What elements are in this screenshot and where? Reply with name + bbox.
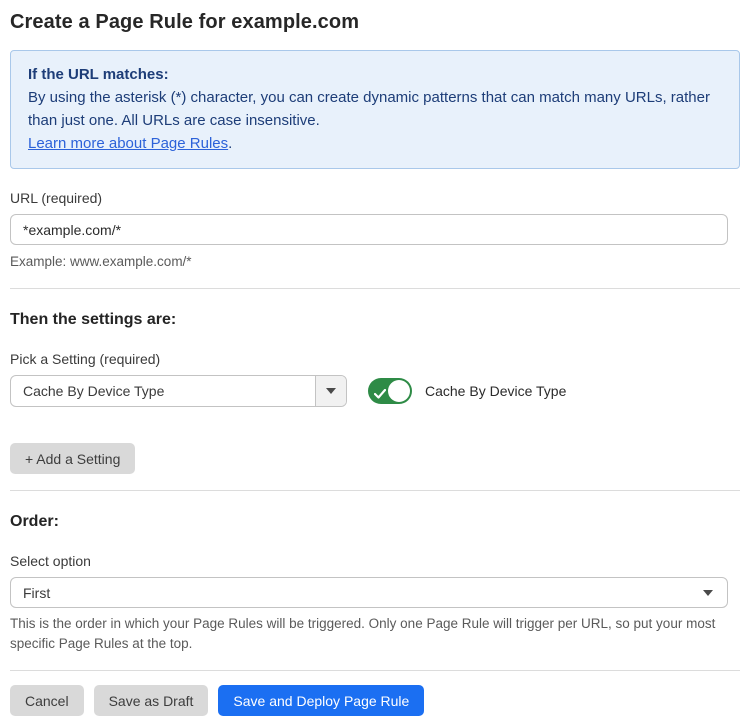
url-label: URL (required) <box>10 190 740 206</box>
add-setting-button[interactable]: + Add a Setting <box>10 443 135 474</box>
page-title: Create a Page Rule for example.com <box>10 11 740 34</box>
toggle-knob <box>388 380 410 402</box>
footer-actions: Cancel Save as Draft Save and Deploy Pag… <box>10 685 740 716</box>
order-helper-text: This is the order in which your Page Rul… <box>10 614 734 654</box>
url-input[interactable] <box>10 214 728 245</box>
setting-select-arrow-button[interactable] <box>315 376 346 406</box>
order-select-value: First <box>23 585 50 601</box>
select-option-label: Select option <box>10 553 740 569</box>
info-box-heading: If the URL matches: <box>28 63 722 86</box>
learn-more-link[interactable]: Learn more about Page Rules <box>28 135 228 152</box>
pick-setting-label: Pick a Setting (required) <box>10 351 740 367</box>
url-match-info-box: If the URL matches: By using the asteris… <box>10 50 740 169</box>
chevron-down-icon <box>326 388 336 394</box>
order-section-heading: Order: <box>10 513 740 531</box>
divider <box>10 670 740 671</box>
settings-section-heading: Then the settings are: <box>10 311 740 329</box>
link-period: . <box>228 135 232 152</box>
divider <box>10 490 740 491</box>
info-box-body: By using the asterisk (*) character, you… <box>28 86 722 132</box>
setting-row: Cache By Device Type Cache By Device Typ… <box>10 375 740 407</box>
cache-by-device-type-toggle[interactable] <box>368 378 412 404</box>
cancel-button[interactable]: Cancel <box>10 685 84 716</box>
url-example-helper: Example: www.example.com/* <box>10 252 740 272</box>
order-select[interactable]: First <box>10 577 728 608</box>
divider <box>10 288 740 289</box>
save-as-draft-button[interactable]: Save as Draft <box>94 685 209 716</box>
info-box-link-line: Learn more about Page Rules. <box>28 132 722 155</box>
chevron-down-icon <box>703 590 713 596</box>
check-icon <box>374 386 386 404</box>
create-page-rule-page: Create a Page Rule for example.com If th… <box>0 0 750 716</box>
setting-select[interactable]: Cache By Device Type <box>10 375 347 407</box>
save-and-deploy-button[interactable]: Save and Deploy Page Rule <box>218 685 424 716</box>
setting-select-value: Cache By Device Type <box>11 376 315 406</box>
toggle-label: Cache By Device Type <box>425 383 566 399</box>
